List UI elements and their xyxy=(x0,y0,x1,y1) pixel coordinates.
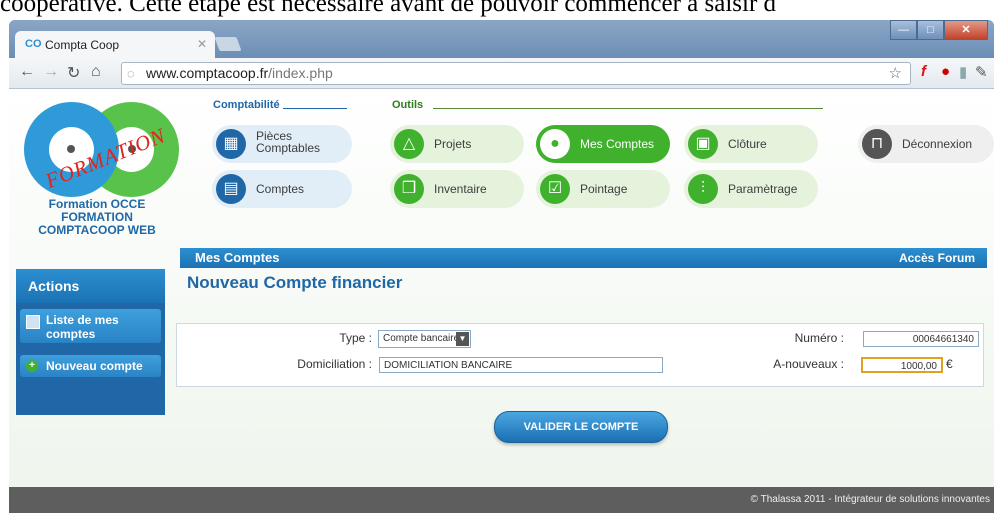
browser-window: CO Compta Coop ✕ — □ ✕ ← → ↻ ⌂ ◌ www.com… xyxy=(9,20,994,513)
numero-field[interactable]: 00064661340 xyxy=(863,331,979,347)
section-divider xyxy=(283,108,347,109)
adblock-extension-icon[interactable]: ● xyxy=(941,63,950,80)
tool-cloture[interactable]: ▣ Clôture xyxy=(684,125,818,163)
comptacoop-logo: FORMATION xyxy=(24,102,179,197)
tool-parametrage[interactable]: ⫶ Paramètrage xyxy=(684,170,818,208)
tool-projets[interactable]: △ Projets xyxy=(390,125,524,163)
minimize-button[interactable]: — xyxy=(890,20,917,40)
favicon-icon: CO xyxy=(25,38,42,50)
tool-label: Déconnexion xyxy=(902,137,973,151)
domiciliation-field[interactable]: DOMICILIATION BANCAIRE xyxy=(379,357,663,373)
stats-extension-icon[interactable]: ▮ xyxy=(959,63,967,81)
close-window-button[interactable]: ✕ xyxy=(944,20,988,40)
sidebar-title: Actions xyxy=(16,269,165,303)
chevron-down-icon: ▼ xyxy=(456,332,469,346)
forward-icon[interactable]: → xyxy=(43,63,59,81)
address-bar[interactable]: ◌ www.comptacoop.fr/index.php ☆ xyxy=(121,62,911,85)
title-bar: CO Compta Coop ✕ — □ ✕ xyxy=(9,20,994,58)
tool-label: Pièces Comptables xyxy=(256,129,321,155)
brand-line: COMPTACOOP WEB xyxy=(38,223,156,237)
tab-title: Compta Coop xyxy=(45,38,120,52)
footer-text: © Thalassa 2011 - Intégrateur de solutio… xyxy=(750,494,990,505)
tab-close-icon[interactable]: ✕ xyxy=(197,37,207,51)
tool-label: Inventaire xyxy=(434,182,487,196)
document-text: coopérative. Cette étape est nécessaire … xyxy=(0,0,777,17)
tool-mes-comptes[interactable]: ● Mes Comptes xyxy=(536,125,670,163)
tool-pieces-comptables[interactable]: ▦ Pièces Comptables xyxy=(212,125,352,163)
ledger-icon: ▤ xyxy=(216,174,246,204)
checklist-icon: ☑ xyxy=(540,174,570,204)
main-header-bar: Mes Comptes Accès Forum xyxy=(180,248,987,268)
url-host: www.comptacoop.fr xyxy=(146,65,269,81)
flash-extension-icon[interactable]: f xyxy=(921,63,926,80)
section-divider xyxy=(433,108,823,109)
abacus-icon: ▦ xyxy=(216,129,246,159)
bookmark-star-icon[interactable]: ☆ xyxy=(889,63,902,84)
validate-account-button[interactable]: VALIDER LE COMPTE xyxy=(494,411,668,443)
reload-icon[interactable]: ↻ xyxy=(67,63,80,83)
actions-sidebar: Actions Liste de mes comptes + Nouveau c… xyxy=(16,269,165,415)
main-header-title: Mes Comptes xyxy=(195,250,280,265)
domiciliation-label: Domiciliation : xyxy=(297,357,372,371)
table-icon xyxy=(26,315,40,329)
sidebar-item-label: Liste de mes comptes xyxy=(46,313,119,341)
home-icon[interactable]: ⌂ xyxy=(91,63,101,81)
sidebar-item-label: Nouveau compte xyxy=(46,359,143,373)
url-path: /index.php xyxy=(268,65,333,81)
browser-tab[interactable]: CO Compta Coop ✕ xyxy=(15,31,215,58)
add-icon: + xyxy=(26,360,38,372)
tool-label: Clôture xyxy=(728,137,767,151)
section-outils: Outils xyxy=(392,99,424,111)
window-controls: — □ ✕ xyxy=(890,20,988,40)
tool-label: Paramètrage xyxy=(728,182,798,196)
sidebar-item-liste-comptes[interactable]: Liste de mes comptes xyxy=(20,309,161,343)
sidebar-item-nouveau-compte[interactable]: + Nouveau compte xyxy=(20,355,161,377)
currency-symbol: € xyxy=(946,357,953,371)
page-footer: © Thalassa 2011 - Intégrateur de solutio… xyxy=(9,487,994,513)
type-select[interactable]: Compte bancaire ▼ xyxy=(378,330,471,348)
back-icon[interactable]: ← xyxy=(19,63,35,81)
tool-comptes[interactable]: ▤ Comptes xyxy=(212,170,352,208)
tool-label: Mes Comptes xyxy=(580,137,655,151)
account-form: Type : Compte bancaire ▼ Numéro : 000646… xyxy=(176,323,984,387)
wrench-icon[interactable]: ✎ xyxy=(975,63,988,81)
tool-label: Projets xyxy=(434,137,472,151)
padlock-icon: ⊓ xyxy=(862,129,892,159)
tool-label: Pointage xyxy=(580,182,628,196)
box-icon: ❒ xyxy=(394,174,424,204)
folder-lock-icon: ▣ xyxy=(688,129,718,159)
tool-label: Comptes xyxy=(256,182,305,196)
maximize-button[interactable]: □ xyxy=(917,20,944,40)
anouveaux-field[interactable]: 1000,00 xyxy=(861,357,943,373)
section-comptabilite: Comptabilité xyxy=(213,99,280,111)
sliders-icon: ⫶ xyxy=(688,174,718,204)
globe-icon: ◌ xyxy=(127,66,135,81)
forum-link[interactable]: Accès Forum xyxy=(899,248,975,268)
browser-toolbar: ← → ↻ ⌂ ◌ www.comptacoop.fr/index.php ☆ … xyxy=(9,58,994,89)
tool-pointage[interactable]: ☑ Pointage xyxy=(536,170,670,208)
tool-deconnexion[interactable]: ⊓ Déconnexion xyxy=(858,125,994,163)
numero-label: Numéro : xyxy=(794,331,844,345)
new-tab-button[interactable] xyxy=(214,37,242,51)
brand-caption: Formation OCCE FORMATION COMPTACOOP WEB xyxy=(23,198,171,237)
anouveaux-label: A-nouveaux : xyxy=(773,357,844,371)
page-title: Nouveau Compte financier xyxy=(187,273,403,292)
compass-icon: △ xyxy=(394,129,424,159)
type-select-value: Compte bancaire xyxy=(383,333,460,344)
web-page: FORMATION Formation OCCE FORMATION COMPT… xyxy=(9,89,994,513)
type-label: Type : xyxy=(339,331,372,345)
piggy-bank-icon: ● xyxy=(540,129,570,159)
tool-inventaire[interactable]: ❒ Inventaire xyxy=(390,170,524,208)
